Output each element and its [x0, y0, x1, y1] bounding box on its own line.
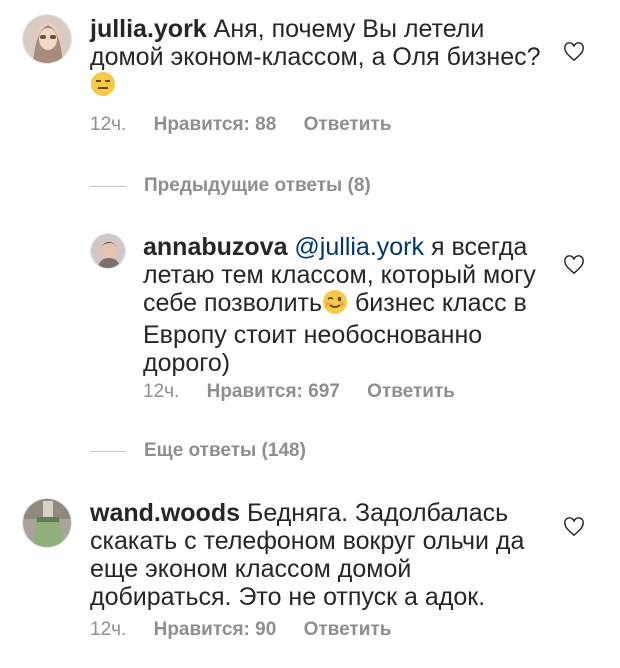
view-more-replies-button[interactable]: Еще ответы (148) — [90, 440, 306, 462]
previous-replies-label: Предыдущие ответы (8) — [144, 175, 371, 196]
username[interactable]: wand.woods — [90, 499, 240, 527]
comment-text: annabuzova @jullia.york я всегда летаю т… — [143, 233, 548, 377]
reply-button[interactable]: Ответить — [304, 619, 392, 641]
avatar[interactable] — [22, 14, 72, 64]
username[interactable]: annabuzova — [143, 233, 287, 261]
comment-wand-woods: wand.woods Бедняга. Задолбалась скакать … — [0, 495, 620, 665]
heart-outline-icon[interactable] — [563, 42, 585, 62]
comment-time: 12ч. — [90, 619, 127, 640]
reply-button[interactable]: Ответить — [304, 114, 392, 136]
winking-face-emoji — [322, 289, 348, 321]
avatar[interactable] — [90, 233, 126, 269]
avatar-photo-icon — [23, 499, 71, 547]
likes-count[interactable]: Нравится: 697 — [207, 381, 340, 403]
comment-text: wand.woods Бедняга. Задолбалась скакать … — [90, 499, 550, 611]
heart-outline-icon[interactable] — [563, 517, 585, 537]
avatar[interactable] — [22, 498, 72, 548]
view-previous-replies-button[interactable]: Предыдущие ответы (8) — [90, 175, 371, 197]
mention-link[interactable]: @jullia.york — [287, 233, 424, 261]
likes-count[interactable]: Нравится: 90 — [154, 619, 277, 641]
comment-meta: 12ч. Нравится: 697 Ответить — [143, 381, 477, 403]
reply-button[interactable]: Ответить — [367, 381, 455, 403]
comment-text: jullia.york Аня, почему Вы летели домой … — [90, 15, 550, 103]
likes-count[interactable]: Нравится: 88 — [154, 114, 277, 136]
avatar-photo-icon — [23, 15, 71, 63]
more-replies-label: Еще ответы (148) — [144, 440, 306, 461]
username[interactable]: jullia.york — [90, 15, 207, 43]
heart-outline-icon[interactable] — [563, 255, 585, 275]
thread-line — [90, 185, 126, 187]
avatar-photo-icon — [91, 234, 125, 268]
comment-time: 12ч. — [143, 381, 180, 402]
comment-time: 12ч. — [90, 114, 127, 135]
comment-meta: 12ч. Нравится: 88 Ответить — [90, 114, 413, 136]
expressionless-face-emoji — [90, 71, 116, 103]
comment-meta: 12ч. Нравится: 90 Ответить — [90, 619, 413, 641]
comment-jullia-york: jullia.york Аня, почему Вы летели домой … — [0, 0, 620, 150]
reply-annabuzova: annabuzova @jullia.york я всегда летаю т… — [0, 225, 620, 415]
thread-line — [90, 450, 126, 452]
